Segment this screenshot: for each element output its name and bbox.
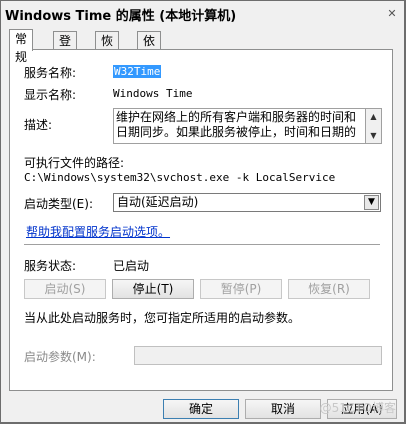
stop-button[interactable]: 停止(T) [112,279,194,299]
pause-button[interactable]: 暂停(P) [200,279,282,299]
startup-type-label: 启动类型(E): [24,197,93,211]
status-label: 服务状态: [24,259,77,273]
scroll-down-icon[interactable]: ▼ [367,129,380,142]
exe-path-label: 可执行文件的路径: [24,156,125,170]
ok-button[interactable]: 确定 [163,399,239,419]
start-button[interactable]: 启动(S) [24,279,106,299]
watermark: @51CTO博客 [319,401,396,415]
tab-dependencies[interactable]: 依存关系 [137,31,162,102]
close-icon[interactable]: ✕ [384,7,400,21]
tab-logon[interactable]: 登录 [53,31,78,66]
resume-button[interactable]: 恢复(R) [288,279,370,299]
service-name-label: 服务名称: [24,66,77,80]
description-label: 描述: [24,118,53,132]
general-panel: 服务名称: W32Time 显示名称: Windows Time 描述: 维护在… [9,49,393,391]
window-title: Windows Time 的属性 (本地计算机) [5,9,237,24]
start-params-input[interactable] [134,346,382,365]
cancel-button[interactable]: 取消 [245,399,321,419]
startup-type-select[interactable]: 自动(延迟启动) ▼ [113,193,381,212]
display-name-label: 显示名称: [24,88,77,102]
chevron-down-icon[interactable]: ▼ [364,195,379,210]
properties-dialog: Windows Time 的属性 (本地计算机) ✕ 常规 登录 恢复 依存关系… [0,0,406,424]
tab-general[interactable]: 常规 [9,29,34,64]
description-scrollbar[interactable]: ▲ ▼ [366,108,382,144]
help-startup-link[interactable]: 帮助我配置服务启动选项。 [26,223,170,240]
status-value: 已启动 [113,259,150,273]
display-name-value[interactable]: Windows Time [113,87,192,100]
tab-recovery[interactable]: 恢复 [95,31,120,66]
title-bar: Windows Time 的属性 (本地计算机) ✕ [1,1,404,27]
startup-type-value: 自动(延迟启动) [117,195,199,209]
description-textbox[interactable]: 维护在网络上的所有客户端和服务器的时间和日期同步。如果此服务被停止，时间和日期的 [113,108,366,144]
service-name-value[interactable]: W32Time [113,65,162,78]
exe-path-value[interactable]: C:\Windows\system32\svchost.exe -k Local… [24,171,335,184]
divider [24,244,380,246]
start-params-hint: 当从此处启动服务时，您可指定所适用的启动参数。 [24,311,301,325]
start-params-label: 启动参数(M): [24,350,96,364]
scroll-up-icon[interactable]: ▲ [367,110,380,123]
